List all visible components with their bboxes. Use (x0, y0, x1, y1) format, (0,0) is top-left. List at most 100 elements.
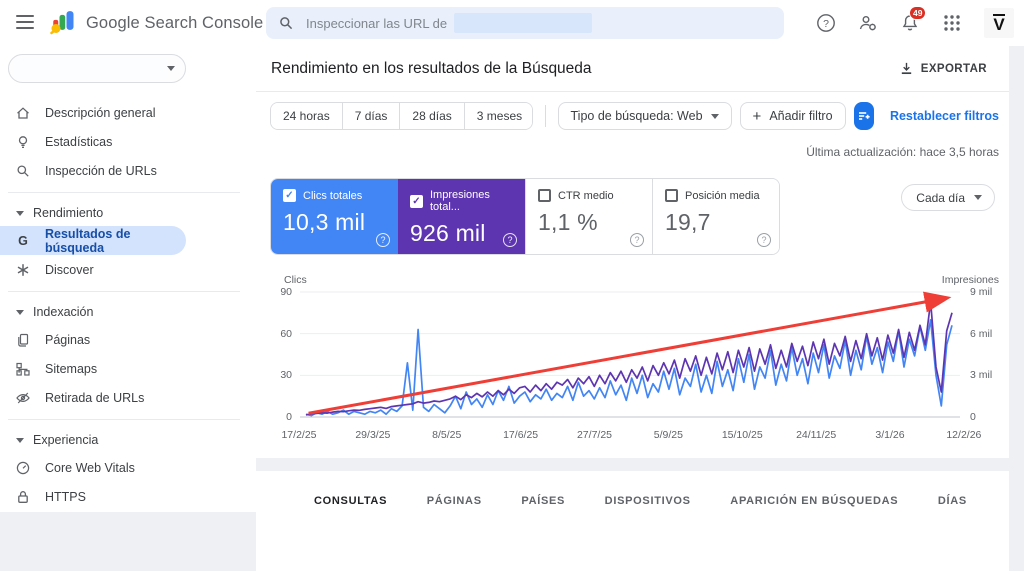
chevron-down-icon (711, 114, 719, 119)
sidebar-section-label: Indexación (33, 305, 93, 319)
lock-icon (15, 489, 31, 505)
left-axis-tick: 60 (262, 328, 292, 340)
reset-filters-link[interactable]: Restablecer filtros (890, 109, 999, 123)
checkbox-unchecked-icon[interactable] (665, 189, 678, 202)
sidebar-item-label: Retirada de URLs (45, 391, 144, 405)
property-name-redacted (14, 58, 167, 79)
x-axis-tick: 29/3/25 (350, 429, 396, 441)
sidebar-item-retirada-de-urls[interactable]: Retirada de URLs (0, 383, 186, 412)
search-icon (15, 163, 31, 179)
sidebar-divider (8, 419, 240, 420)
help-icon[interactable]: ? (816, 13, 836, 33)
sidebar-item-descripcion-general[interactable]: Descripción general (0, 98, 186, 127)
metric-card-clics-totales[interactable]: ✓Clics totales10,3 mil? (271, 179, 398, 254)
sitemap-icon (15, 361, 31, 377)
sidebar-section-rendimiento[interactable]: Rendimiento (0, 200, 256, 226)
sidebar-item-paginas[interactable]: Páginas (0, 325, 186, 354)
svg-text:?: ? (823, 18, 829, 30)
metric-label: CTR medio (558, 190, 614, 202)
help-icon[interactable]: ? (630, 233, 644, 247)
search-type-filter[interactable]: Tipo de búsqueda: Web (558, 102, 732, 130)
x-axis-tick: 17/2/25 (276, 429, 322, 441)
date-range-7-dias[interactable]: 7 días (343, 103, 401, 129)
pages-icon (15, 332, 31, 348)
eye-off-icon (15, 390, 31, 406)
granularity-select[interactable]: Cada día (901, 184, 995, 211)
x-axis-tick: 3/1/26 (867, 429, 913, 441)
sidebar-item-estadisticas[interactable]: Estadísticas (0, 127, 186, 156)
tab-dias[interactable]: DÍAS (938, 495, 967, 507)
notification-count-badge: 49 (909, 6, 926, 20)
search-console-logo-icon (48, 8, 78, 38)
help-icon[interactable]: ? (376, 233, 390, 247)
x-axis-tick: 24/11/25 (793, 429, 839, 441)
g-icon: G (15, 233, 31, 249)
sidebar-item-core-web-vitals[interactable]: Core Web Vitals (0, 453, 186, 482)
url-inspection-search[interactable]: Inspeccionar las URL de (266, 7, 784, 39)
tab-paginas[interactable]: PÁGINAS (427, 495, 482, 507)
left-axis-tick: 30 (262, 369, 292, 381)
metric-label: Clics totales (303, 190, 362, 202)
app-logo[interactable]: Google Search Console (48, 8, 263, 38)
add-filter-button[interactable]: + Añadir filtro (740, 102, 846, 130)
filter-bar: 24 horas7 días28 días3 meses12 meses Tip… (270, 102, 999, 130)
checkbox-checked-icon[interactable]: ✓ (410, 195, 423, 208)
tab-aparicion-en-busquedas[interactable]: APARICIÓN EN BÚSQUEDAS (730, 495, 898, 507)
tab-paises[interactable]: PAÍSES (521, 495, 565, 507)
x-axis-tick: 27/7/25 (572, 429, 618, 441)
metric-card-impresiones-total[interactable]: ✓Impresiones total...926 mil? (398, 179, 525, 254)
tab-consultas[interactable]: CONSULTAS (314, 495, 387, 507)
sidebar-item-resultados-de-busqueda[interactable]: GResultados de búsqueda (0, 226, 186, 255)
performance-chart-svg[interactable] (300, 289, 960, 421)
gauge-icon (15, 460, 31, 476)
x-axis-tick: 17/6/25 (498, 429, 544, 441)
bulb-icon (15, 134, 31, 150)
top-app-bar: Google Search Console Inspeccionar las U… (0, 0, 1024, 46)
tab-dispositivos[interactable]: DISPOSITIVOS (605, 495, 691, 507)
metric-cards: ✓Clics totales10,3 mil?✓Impresiones tota… (270, 178, 780, 255)
date-range-24-horas[interactable]: 24 horas (271, 103, 343, 129)
date-range-group: 24 horas7 días28 días3 meses12 meses (270, 102, 533, 130)
sidebar-item-label: Sitemaps (45, 362, 97, 376)
avatar[interactable]: V (984, 8, 1014, 38)
menu-icon[interactable] (16, 15, 34, 33)
help-icon[interactable]: ? (503, 233, 517, 247)
metric-card-ctr-medio[interactable]: CTR medio1,1 %? (525, 179, 652, 254)
date-range-3-meses[interactable]: 3 meses (465, 103, 533, 129)
google-apps-grid-icon[interactable] (942, 13, 962, 33)
performance-chart: Clics Impresiones 17/2/2529/3/258/5/2517… (256, 271, 1009, 457)
asterisk-icon (15, 262, 31, 278)
property-selector[interactable] (8, 54, 186, 83)
product-name: Google Search Console (86, 14, 263, 33)
right-axis-tick: 6 mil (970, 328, 1010, 340)
metric-card-posicion-media[interactable]: Posición media19,7? (652, 179, 779, 254)
sidebar-item-discover[interactable]: Discover (0, 255, 186, 284)
filter-settings-button[interactable] (854, 102, 874, 130)
notifications-bell-icon[interactable]: 49 (900, 13, 920, 33)
sidebar-item-label: Descripción general (45, 106, 155, 120)
date-range-28-dias[interactable]: 28 días (400, 103, 464, 129)
sidebar-item-inspeccion-de-urls[interactable]: Inspección de URLs (0, 156, 186, 185)
sidebar-item-https[interactable]: HTTPS (0, 482, 186, 511)
x-axis-tick: 5/9/25 (645, 429, 691, 441)
metric-value: 926 mil (410, 220, 515, 247)
checkbox-unchecked-icon[interactable] (538, 189, 551, 202)
right-axis-tick: 3 mil (970, 369, 1010, 381)
right-axis-tick: 9 mil (970, 286, 1010, 298)
sidebar-section-indexacion[interactable]: Indexación (0, 299, 256, 325)
x-axis-tick: 8/5/25 (424, 429, 470, 441)
export-button[interactable]: EXPORTAR (899, 61, 987, 76)
search-icon (278, 15, 294, 31)
chevron-down-icon (16, 211, 24, 216)
metric-label-row: ✓ Clics totales (283, 189, 388, 202)
help-icon[interactable]: ? (757, 233, 771, 247)
left-axis-title: Clics (284, 274, 307, 286)
main-content: Rendimiento en los resultados de la Búsq… (256, 46, 1009, 512)
sidebar-item-sitemaps[interactable]: Sitemaps (0, 354, 186, 383)
chevron-down-icon (16, 310, 24, 315)
sidebar-section-experiencia[interactable]: Experiencia (0, 427, 256, 453)
checkbox-checked-icon[interactable]: ✓ (283, 189, 296, 202)
chevron-down-icon (974, 195, 982, 200)
download-icon (899, 61, 914, 76)
account-settings-icon[interactable] (858, 13, 878, 33)
